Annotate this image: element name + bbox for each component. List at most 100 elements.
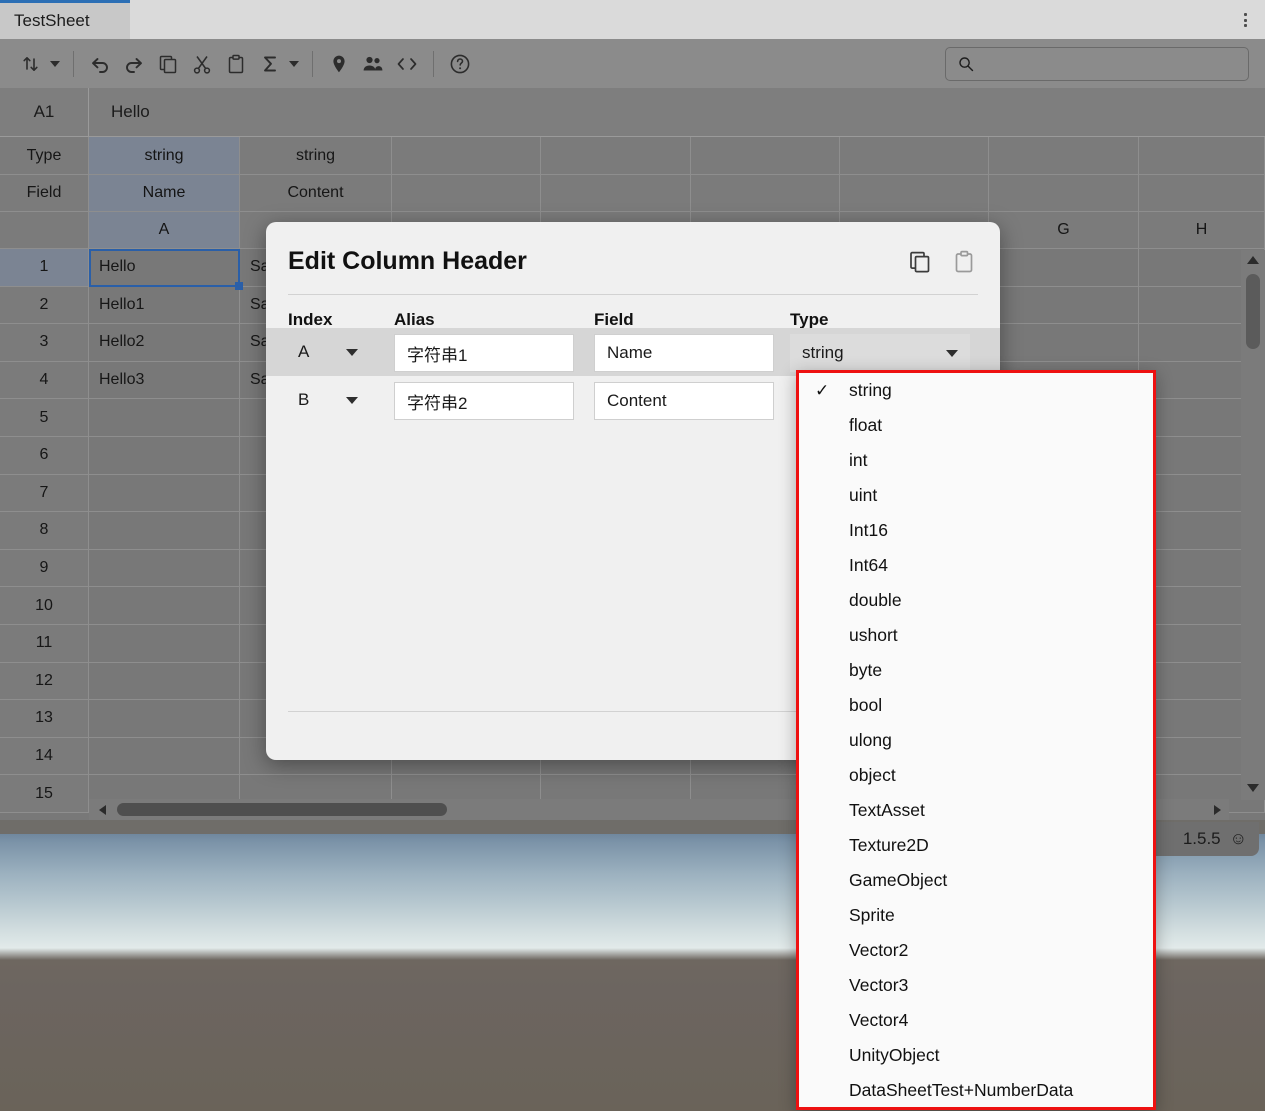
grid-cell-A12[interactable] (89, 662, 240, 701)
grid-cell-G3[interactable] (989, 324, 1139, 362)
grid-type-cell-1[interactable]: string (240, 137, 392, 175)
grid-row-header-6[interactable]: 6 (0, 437, 89, 475)
scroll-left-arrow-icon[interactable] (99, 805, 106, 815)
people-icon[interactable] (356, 47, 390, 81)
import-export-icon[interactable] (14, 47, 48, 81)
grid-cell-A11[interactable] (89, 625, 240, 663)
copy-icon[interactable] (906, 248, 934, 276)
redo-icon[interactable] (117, 47, 151, 81)
location-pin-icon[interactable] (322, 47, 356, 81)
undo-icon[interactable] (83, 47, 117, 81)
grid-cell-A13[interactable] (89, 700, 240, 738)
grid-type-cell-6[interactable] (989, 137, 1139, 175)
grid-field-cell-5[interactable] (840, 175, 989, 212)
grid-row-header-5[interactable]: 5 (0, 399, 89, 437)
sum-icon[interactable] (253, 47, 287, 81)
grid-cell-A7[interactable] (89, 474, 240, 513)
import-export-caret-icon[interactable] (50, 60, 60, 67)
grid-cell-G1[interactable] (989, 249, 1139, 287)
grid-cell-A3[interactable]: Hello2 (89, 324, 240, 362)
grid-row-header-7[interactable]: 7 (0, 474, 89, 513)
grid-type-cell-7[interactable] (1139, 137, 1265, 175)
copy-icon[interactable] (151, 47, 185, 81)
type-option-sprite[interactable]: Sprite (799, 898, 1153, 933)
grid-row-header-9[interactable]: 9 (0, 549, 89, 588)
grid-type-cell-4[interactable] (691, 137, 840, 175)
grid-row-header-2[interactable]: 2 (0, 286, 89, 325)
index-select-b[interactable]: B (288, 383, 366, 417)
grid-field-cell-7[interactable] (1139, 175, 1265, 212)
grid-column-letter-G[interactable]: G (989, 212, 1139, 249)
scroll-up-arrow-icon[interactable] (1247, 256, 1259, 264)
type-option-byte[interactable]: byte (799, 653, 1153, 688)
grid-row-header-10[interactable]: 10 (0, 587, 89, 625)
tab-testsheet[interactable]: TestSheet (0, 0, 130, 39)
cell-reference-box[interactable]: A1 (0, 87, 89, 137)
grid-cell-A4[interactable]: Hello3 (89, 361, 240, 400)
grid-cell-A10[interactable] (89, 587, 240, 625)
grid-cell-A6[interactable] (89, 437, 240, 475)
type-option-texture2d[interactable]: Texture2D (799, 828, 1153, 863)
type-option-ulong[interactable]: ulong (799, 723, 1153, 758)
grid-cell-A1[interactable]: Hello (89, 249, 240, 287)
formula-input[interactable]: Hello (89, 102, 150, 122)
grid-cell-A8[interactable] (89, 512, 240, 550)
alias-input-b[interactable] (394, 382, 574, 420)
grid-field-cell-2[interactable] (392, 175, 541, 212)
type-option-double[interactable]: double (799, 583, 1153, 618)
grid-field-cell-4[interactable] (691, 175, 840, 212)
grid-cell-A5[interactable] (89, 399, 240, 437)
grid-row-header-14[interactable]: 14 (0, 737, 89, 776)
type-option-vector4[interactable]: Vector4 (799, 1003, 1153, 1038)
horizontal-scroll-thumb[interactable] (117, 803, 447, 816)
type-option-textasset[interactable]: TextAsset (799, 793, 1153, 828)
grid-row-header-3[interactable]: 3 (0, 324, 89, 362)
grid-row-header-11[interactable]: 11 (0, 625, 89, 663)
type-option-int64[interactable]: Int64 (799, 548, 1153, 583)
scroll-right-arrow-icon[interactable] (1214, 805, 1221, 815)
paste-icon[interactable] (950, 248, 978, 276)
alias-input-a[interactable] (394, 334, 574, 372)
type-option-bool[interactable]: bool (799, 688, 1153, 723)
grid-field-cell-1[interactable]: Content (240, 175, 392, 212)
type-option-int16[interactable]: Int16 (799, 513, 1153, 548)
type-option-datasheettest-numberdata[interactable]: DataSheetTest+NumberData (799, 1073, 1153, 1107)
grid-cell-G2[interactable] (989, 286, 1139, 325)
type-option-gameobject[interactable]: GameObject (799, 863, 1153, 898)
type-option-int[interactable]: int (799, 443, 1153, 478)
paste-icon[interactable] (219, 47, 253, 81)
search-box[interactable] (945, 47, 1249, 81)
grid-field-cell-3[interactable] (541, 175, 691, 212)
grid-type-cell-2[interactable] (392, 137, 541, 175)
type-option-vector3[interactable]: Vector3 (799, 968, 1153, 1003)
help-icon[interactable] (443, 47, 477, 81)
scroll-down-arrow-icon[interactable] (1247, 784, 1259, 792)
grid-row-header-15[interactable]: 15 (0, 775, 89, 813)
grid-row-header-13[interactable]: 13 (0, 700, 89, 738)
grid-column-letter-H[interactable]: H (1139, 212, 1265, 249)
field-input-b[interactable] (594, 382, 774, 420)
type-option-uint[interactable]: uint (799, 478, 1153, 513)
grid-column-letter-A[interactable]: A (89, 212, 240, 249)
grid-row-header-4[interactable]: 4 (0, 361, 89, 400)
type-option-ushort[interactable]: ushort (799, 618, 1153, 653)
grid-cell-A14[interactable] (89, 737, 240, 776)
cut-icon[interactable] (185, 47, 219, 81)
grid-field-cell-6[interactable] (989, 175, 1139, 212)
type-option-float[interactable]: float (799, 408, 1153, 443)
type-select-a[interactable]: string (790, 334, 970, 372)
grid-type-cell-0[interactable]: string (89, 137, 240, 175)
vertical-scroll-thumb[interactable] (1246, 274, 1260, 349)
vertical-scrollbar[interactable] (1241, 250, 1265, 800)
search-input[interactable] (982, 56, 1232, 72)
kebab-menu-icon[interactable] (1235, 10, 1255, 30)
grid-row-header-1[interactable]: 1 (0, 249, 89, 287)
grid-type-cell-3[interactable] (541, 137, 691, 175)
index-select-a[interactable]: A (288, 335, 366, 369)
smiley-icon[interactable]: ☺ (1230, 829, 1247, 849)
type-option-vector2[interactable]: Vector2 (799, 933, 1153, 968)
type-option-string[interactable]: string (799, 373, 1153, 408)
sum-caret-icon[interactable] (289, 60, 299, 67)
grid-cell-A9[interactable] (89, 549, 240, 588)
grid-type-cell-5[interactable] (840, 137, 989, 175)
